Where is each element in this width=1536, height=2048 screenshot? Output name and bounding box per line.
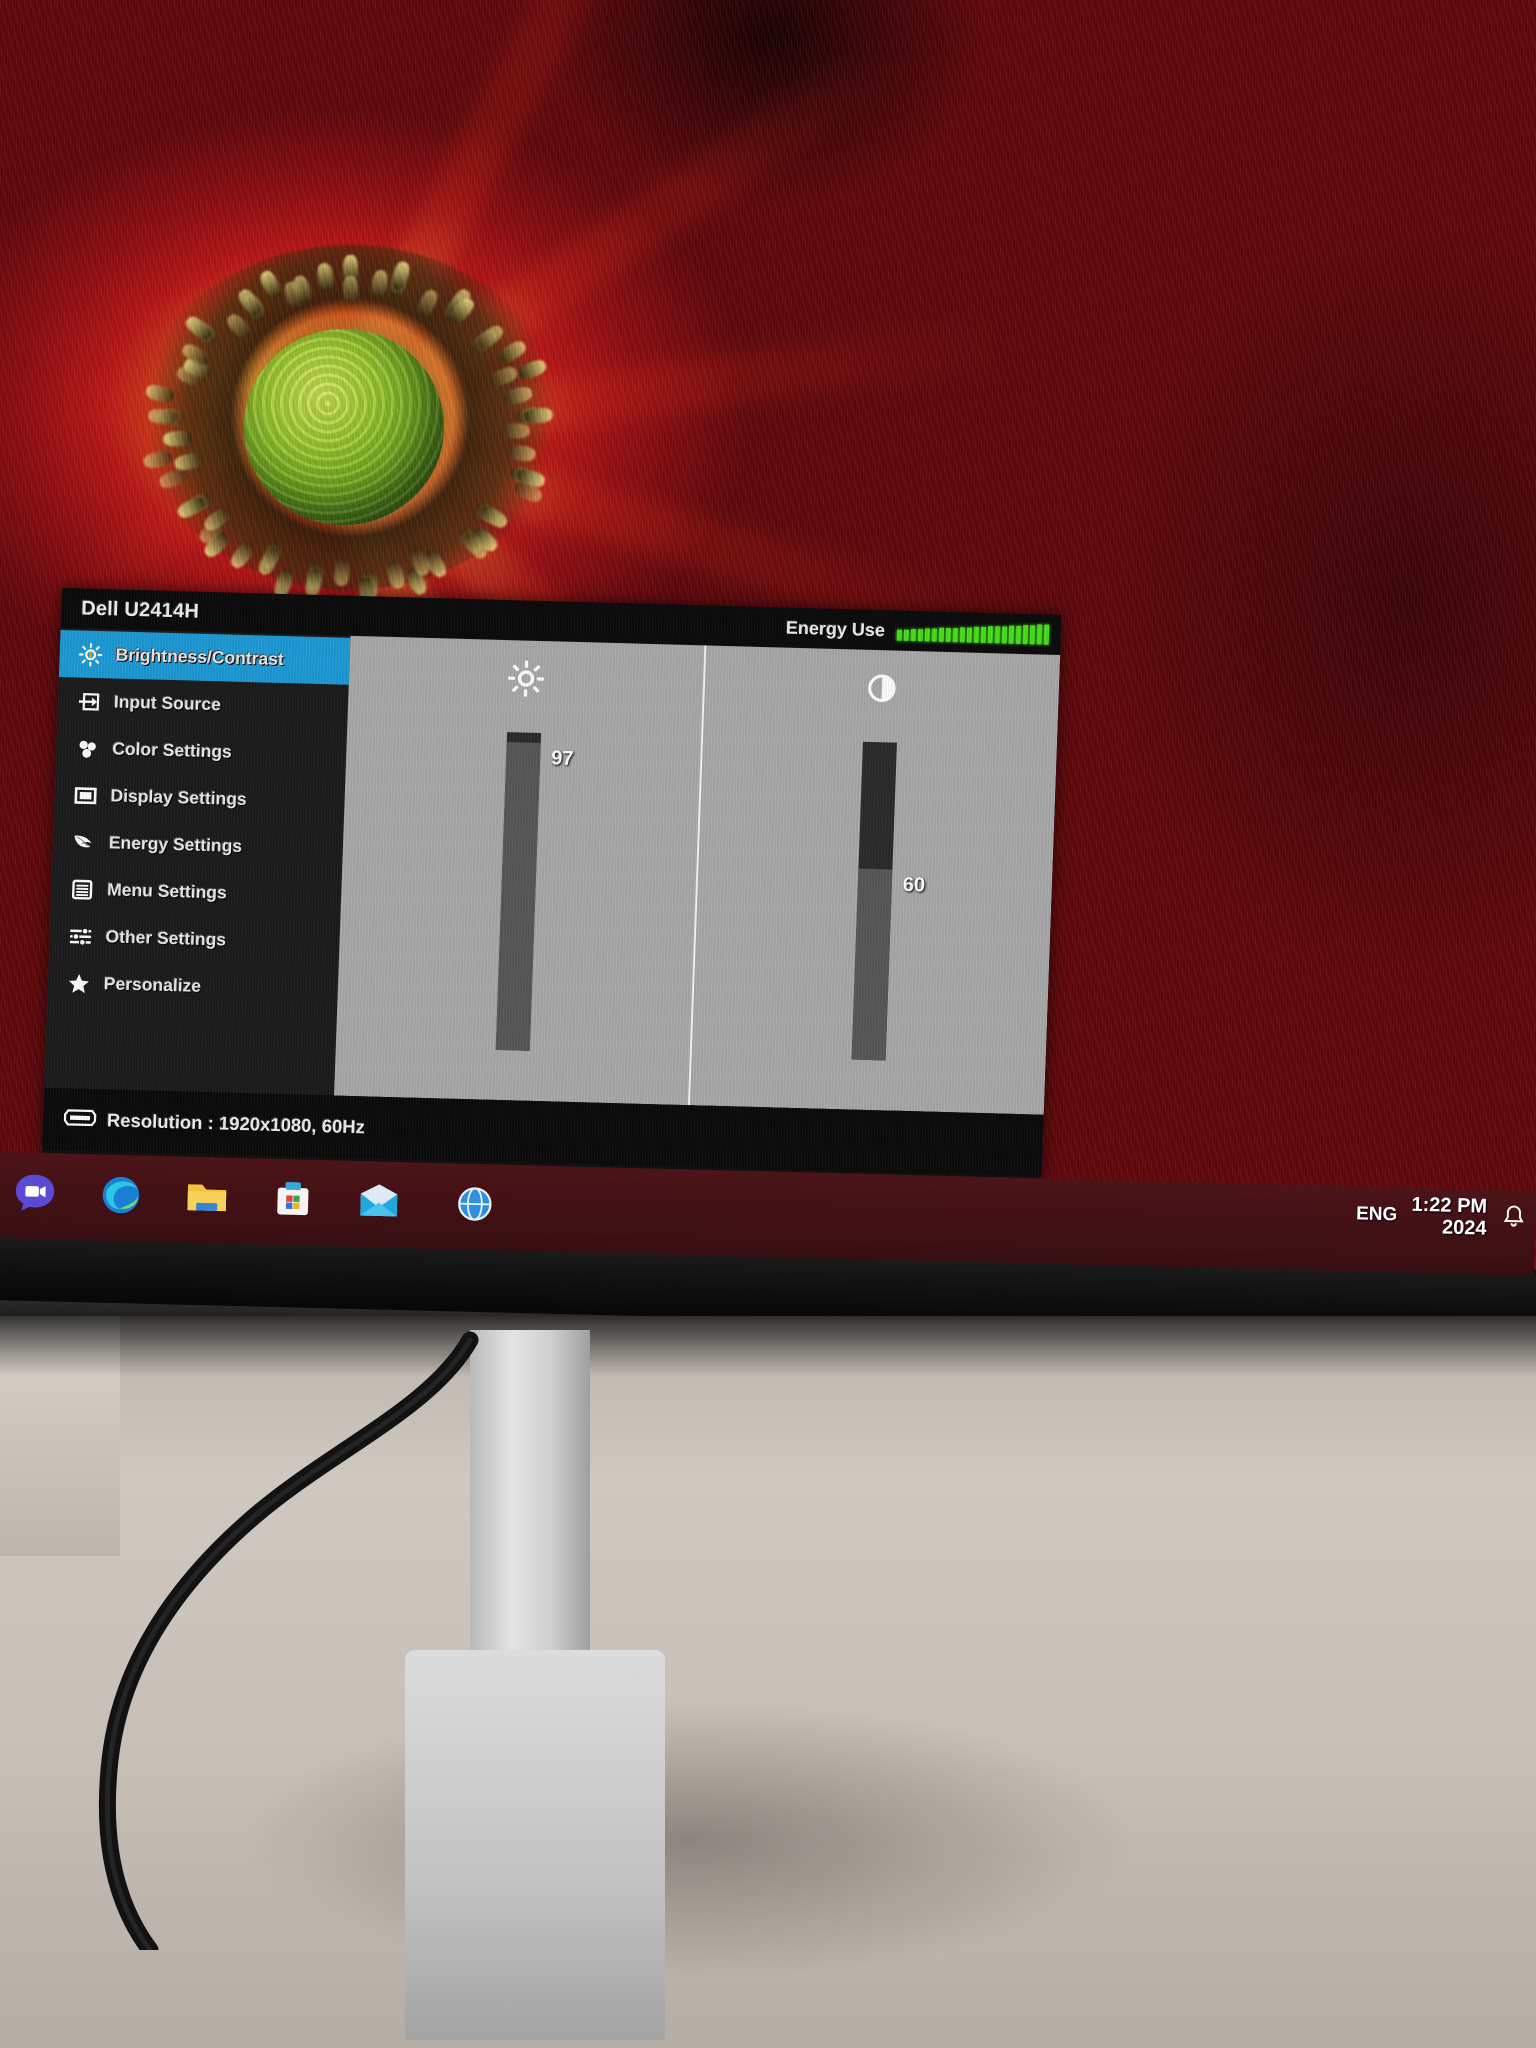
contrast-circle-icon	[864, 666, 900, 711]
monitor-osd-panel: Dell U2414H Energy Use Brightness/Contra…	[41, 588, 1062, 1180]
energy-use-indicator: Energy Use	[786, 617, 1050, 645]
energy-use-bar	[896, 621, 1050, 645]
menu-item-label: Input Source	[113, 691, 222, 715]
contrast-value: 60	[902, 873, 926, 897]
mail-icon[interactable]	[352, 1175, 405, 1228]
menu-item-label: Menu Settings	[106, 879, 228, 903]
menu-item-other-settings[interactable]: Other Settings	[49, 912, 341, 967]
hdmi-port-icon	[63, 1108, 98, 1132]
contrast-pane: 60	[687, 645, 1061, 1115]
edge-icon[interactable]	[94, 1168, 147, 1221]
microsoft-store-icon[interactable]	[266, 1173, 319, 1226]
clock-date: 2024	[1441, 1216, 1487, 1241]
osd-value-panes: 97 60	[334, 635, 1061, 1115]
clock-time: 1:22 PM	[1411, 1193, 1488, 1218]
star-icon	[65, 970, 92, 997]
color-settings-icon	[74, 735, 101, 762]
brightness-pane: 97	[334, 636, 704, 1105]
menu-list-icon	[69, 876, 96, 903]
language-indicator[interactable]: ENG	[1356, 1204, 1398, 1227]
brightness-slider[interactable]	[495, 732, 542, 1051]
osd-menu-list: Brightness/Contrast Input Source Color S…	[44, 627, 351, 1096]
menu-item-energy-settings[interactable]: Energy Settings	[52, 818, 344, 873]
energy-leaf-icon	[70, 829, 97, 856]
osd-title: Dell U2414H	[80, 597, 200, 623]
menu-item-menu-settings[interactable]: Menu Settings	[50, 865, 342, 920]
menu-item-personalize[interactable]: Personalize	[47, 959, 339, 1014]
settings-globe-icon[interactable]	[448, 1177, 501, 1230]
menu-item-label: Brightness/Contrast	[115, 644, 285, 670]
power-cable	[98, 1331, 479, 1950]
chat-icon[interactable]	[8, 1166, 61, 1219]
taskbar-icon-group	[8, 1166, 501, 1230]
menu-item-label: Energy Settings	[108, 832, 243, 856]
bell-icon[interactable]	[1500, 1203, 1527, 1235]
menu-item-label: Other Settings	[105, 926, 227, 950]
brightness-icon	[77, 641, 104, 668]
display-settings-icon	[72, 782, 99, 809]
contrast-slider[interactable]	[851, 741, 897, 1061]
menu-item-input-source[interactable]: Input Source	[57, 677, 349, 732]
menu-item-display-settings[interactable]: Display Settings	[54, 771, 346, 826]
menu-item-color-settings[interactable]: Color Settings	[55, 724, 347, 779]
brightness-value: 97	[550, 747, 574, 770]
system-tray: ENG 1:22 PM 2024	[1355, 1192, 1527, 1241]
screenshot-root: Dell U2414H Energy Use Brightness/Contra…	[0, 0, 1536, 2048]
menu-item-label: Personalize	[103, 973, 202, 996]
resolution-text: Resolution : 1920x1080, 60Hz	[106, 1109, 366, 1138]
taskbar-clock[interactable]: 1:22 PM 2024	[1411, 1193, 1488, 1241]
sun-icon	[506, 656, 546, 701]
sliders-icon	[67, 923, 94, 950]
energy-use-label: Energy Use	[785, 617, 886, 640]
menu-item-label: Display Settings	[110, 785, 248, 810]
menu-item-brightness-contrast[interactable]: Brightness/Contrast	[58, 629, 351, 685]
menu-item-label: Color Settings	[111, 738, 233, 762]
input-source-icon	[76, 688, 103, 715]
file-explorer-icon[interactable]	[180, 1171, 233, 1224]
osd-body: Brightness/Contrast Input Source Color S…	[44, 627, 1061, 1115]
